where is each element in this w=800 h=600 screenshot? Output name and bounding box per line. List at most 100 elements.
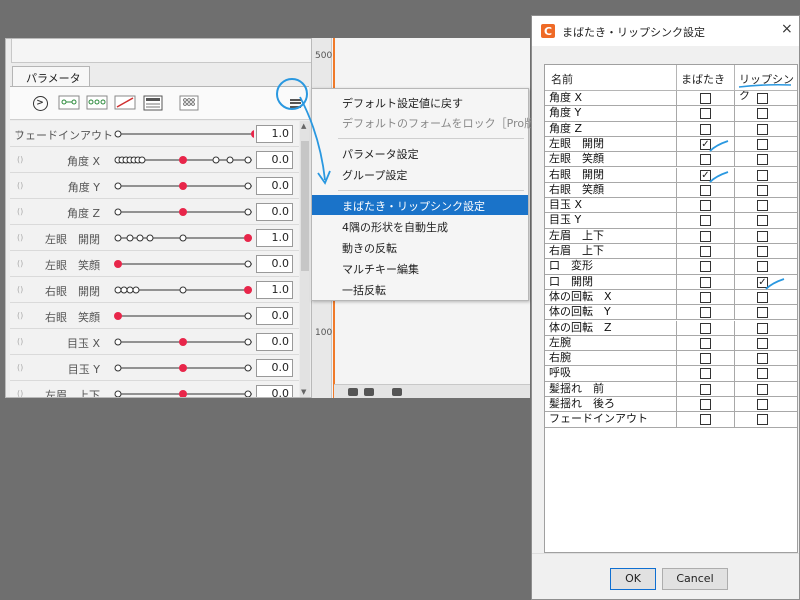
- lipsync-checkbox[interactable]: [757, 184, 768, 196]
- current-value-marker[interactable]: [244, 286, 252, 294]
- keyform-marker[interactable]: [136, 234, 144, 242]
- blink-checkbox[interactable]: [700, 414, 711, 426]
- keyform-marker[interactable]: [146, 234, 154, 242]
- lock-icon[interactable]: (): [17, 155, 23, 164]
- lipsync-checkbox[interactable]: [757, 399, 768, 410]
- blink-checkbox[interactable]: [700, 337, 711, 349]
- close-icon[interactable]: ×: [781, 21, 793, 37]
- lock-icon[interactable]: (): [17, 259, 23, 268]
- lock-icon[interactable]: (): [17, 337, 23, 346]
- tab-parameters[interactable]: パラメータ: [12, 66, 90, 86]
- blink-checkbox[interactable]: [700, 383, 711, 395]
- lipsync-checkbox[interactable]: [757, 337, 768, 349]
- lock-icon[interactable]: (): [17, 311, 23, 320]
- menu-item[interactable]: マルチキー編集: [312, 258, 528, 278]
- keyform-marker[interactable]: [244, 338, 252, 346]
- keyform-marker[interactable]: [244, 156, 252, 164]
- keyform-marker[interactable]: [114, 364, 122, 372]
- grid-icon[interactable]: [178, 93, 200, 113]
- blink-checkbox[interactable]: [700, 399, 711, 410]
- lipsync-checkbox[interactable]: [757, 93, 768, 104]
- parameter-slider[interactable]: [114, 151, 254, 169]
- lipsync-checkbox[interactable]: [757, 261, 768, 273]
- monitor-icon[interactable]: [142, 93, 164, 113]
- parameter-row[interactable]: () 右眼 開閉 1.0: [10, 277, 299, 303]
- keyform-marker[interactable]: [120, 286, 128, 294]
- current-value-marker[interactable]: [179, 390, 187, 398]
- current-value-marker[interactable]: [179, 338, 187, 346]
- lipsync-checkbox[interactable]: [757, 291, 768, 303]
- add-keyform-3-icon[interactable]: [86, 93, 108, 113]
- lipsync-checkbox[interactable]: [757, 108, 768, 120]
- blink-checkbox[interactable]: [700, 322, 711, 334]
- blink-checkbox[interactable]: [700, 246, 711, 257]
- current-value-marker[interactable]: [179, 364, 187, 372]
- parameter-row[interactable]: () 角度 Z 0.0: [10, 199, 299, 225]
- parameter-row[interactable]: () 角度 X 0.0: [10, 147, 299, 173]
- lock-icon[interactable]: (): [17, 363, 23, 372]
- keyform-marker[interactable]: [244, 312, 252, 320]
- camera-icon[interactable]: [392, 388, 402, 396]
- keyform-marker[interactable]: [244, 182, 252, 190]
- current-value-marker[interactable]: [251, 130, 254, 138]
- lipsync-checkbox[interactable]: [757, 123, 768, 135]
- lipsync-checkbox[interactable]: [757, 200, 768, 212]
- parameter-value-input[interactable]: 0.0: [256, 385, 293, 397]
- play-circle-icon[interactable]: >: [29, 93, 51, 113]
- add-keyform-icon[interactable]: [58, 93, 80, 113]
- keyform-marker[interactable]: [114, 182, 122, 190]
- lock-icon[interactable]: (): [17, 233, 23, 242]
- lipsync-checkbox[interactable]: [757, 353, 768, 365]
- parameter-value-input[interactable]: 0.0: [256, 307, 293, 325]
- parameter-value-input[interactable]: 0.0: [256, 203, 293, 221]
- parameter-row[interactable]: () 目玉 Y 0.0: [10, 355, 299, 381]
- parameter-value-input[interactable]: 1.0: [256, 281, 293, 299]
- keyform-marker[interactable]: [114, 390, 122, 397]
- parameter-row[interactable]: () 左眉 上下 0.0: [10, 381, 299, 398]
- current-value-marker[interactable]: [114, 312, 122, 320]
- parameter-slider[interactable]: [114, 281, 254, 299]
- lock-icon[interactable]: (): [17, 181, 23, 190]
- delete-keyform-icon[interactable]: [114, 93, 136, 113]
- current-value-marker[interactable]: [179, 208, 187, 216]
- parameter-value-input[interactable]: 0.0: [256, 151, 293, 169]
- parameter-row[interactable]: () 左眼 笑顔 0.0: [10, 251, 299, 277]
- parameter-slider[interactable]: [114, 307, 254, 325]
- current-value-marker[interactable]: [179, 182, 187, 190]
- parameter-slider[interactable]: [114, 255, 254, 273]
- blink-checkbox[interactable]: [700, 368, 711, 380]
- blink-checkbox[interactable]: [700, 353, 711, 365]
- current-value-marker[interactable]: [114, 260, 122, 268]
- keyform-marker[interactable]: [212, 156, 220, 164]
- blink-checkbox[interactable]: [700, 291, 711, 303]
- keyform-marker[interactable]: [114, 208, 122, 216]
- lipsync-checkbox[interactable]: [757, 154, 768, 166]
- keyform-marker[interactable]: [244, 208, 252, 216]
- parameter-slider[interactable]: [114, 177, 254, 195]
- keyform-marker[interactable]: [244, 390, 252, 397]
- keyform-marker[interactable]: [114, 234, 122, 242]
- lipsync-checkbox[interactable]: [757, 215, 768, 227]
- menu-item[interactable]: まばたき・リップシンク設定: [312, 195, 528, 215]
- keyform-marker[interactable]: [114, 338, 122, 346]
- blink-checkbox[interactable]: [700, 200, 711, 212]
- current-value-marker[interactable]: [244, 234, 252, 242]
- current-value-marker[interactable]: [179, 156, 187, 164]
- keyform-marker[interactable]: [126, 286, 134, 294]
- parameter-slider[interactable]: [114, 333, 254, 351]
- parameter-slider[interactable]: [114, 229, 254, 247]
- keyform-marker[interactable]: [244, 260, 252, 268]
- parameter-value-input[interactable]: 1.0: [256, 229, 293, 247]
- parameter-row[interactable]: () 左眼 開閉 1.0: [10, 225, 299, 251]
- menu-item[interactable]: 動きの反転: [312, 237, 528, 257]
- blink-checkbox[interactable]: [700, 154, 711, 166]
- lipsync-checkbox[interactable]: [757, 230, 768, 242]
- camera-icon[interactable]: [364, 388, 374, 396]
- lock-icon[interactable]: (): [17, 285, 23, 294]
- menu-item[interactable]: 一括反転: [312, 279, 528, 299]
- keyform-marker[interactable]: [179, 234, 187, 242]
- lipsync-checkbox[interactable]: [757, 307, 768, 319]
- blink-checkbox[interactable]: [700, 230, 711, 242]
- lipsync-checkbox[interactable]: [757, 322, 768, 334]
- blink-checkbox[interactable]: [700, 123, 711, 135]
